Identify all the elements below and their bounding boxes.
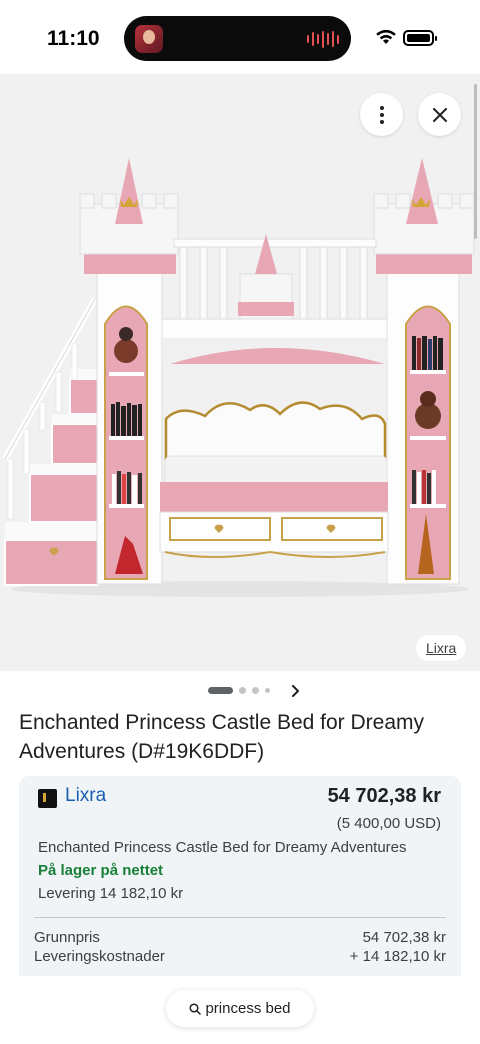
store-logo bbox=[38, 789, 57, 808]
base-price-value: 54 702,38 kr bbox=[362, 929, 446, 946]
pager-dot[interactable] bbox=[252, 687, 259, 694]
search-icon bbox=[189, 1002, 202, 1015]
search-query-chip[interactable]: princess bed bbox=[166, 990, 314, 1027]
product-image bbox=[2, 158, 475, 597]
pager-dot-active[interactable] bbox=[208, 687, 233, 694]
divider bbox=[34, 917, 446, 918]
offer-description: Enchanted Princess Castle Bed for Dreamy… bbox=[38, 839, 407, 856]
image-pager[interactable] bbox=[0, 680, 480, 700]
status-time: 11:10 bbox=[47, 27, 100, 50]
audio-waveform-icon bbox=[307, 30, 339, 48]
store-name-link[interactable]: Lixra bbox=[65, 785, 106, 807]
battery-icon bbox=[403, 30, 437, 46]
more-vertical-icon bbox=[379, 105, 384, 124]
delivery-cost: Levering 14 182,10 kr bbox=[38, 885, 184, 902]
wifi-icon bbox=[376, 29, 396, 44]
pager-dot[interactable] bbox=[239, 687, 246, 694]
offer-price: 54 702,38 kr bbox=[327, 785, 441, 807]
offer-price-converted: (5 400,00 USD) bbox=[336, 815, 441, 832]
stock-status: På lager på nettet bbox=[38, 862, 164, 879]
offer-card[interactable]: Lixra 54 702,38 kr (5 400,00 USD) Enchan… bbox=[19, 776, 461, 976]
shipping-cost-label: Leveringskostnader bbox=[34, 948, 165, 965]
chevron-right-icon[interactable] bbox=[290, 685, 300, 697]
more-options-button[interactable] bbox=[360, 93, 403, 136]
shipping-cost-value: + 14 182,10 kr bbox=[349, 948, 446, 965]
product-image-viewer[interactable]: Lixra bbox=[0, 74, 480, 671]
now-playing-thumbnail bbox=[135, 25, 163, 53]
close-icon bbox=[432, 107, 447, 122]
pager-dot[interactable] bbox=[265, 688, 270, 693]
search-query-text: princess bed bbox=[205, 1000, 291, 1017]
dynamic-island[interactable] bbox=[124, 16, 351, 61]
product-title: Enchanted Princess Castle Bed for Dreamy… bbox=[19, 711, 425, 763]
close-button[interactable] bbox=[418, 93, 461, 136]
status-bar: 11:10 bbox=[0, 0, 480, 74]
base-price-label: Grunnpris bbox=[34, 929, 100, 946]
image-source-link[interactable]: Lixra bbox=[416, 635, 467, 661]
scroll-indicator bbox=[474, 84, 477, 239]
